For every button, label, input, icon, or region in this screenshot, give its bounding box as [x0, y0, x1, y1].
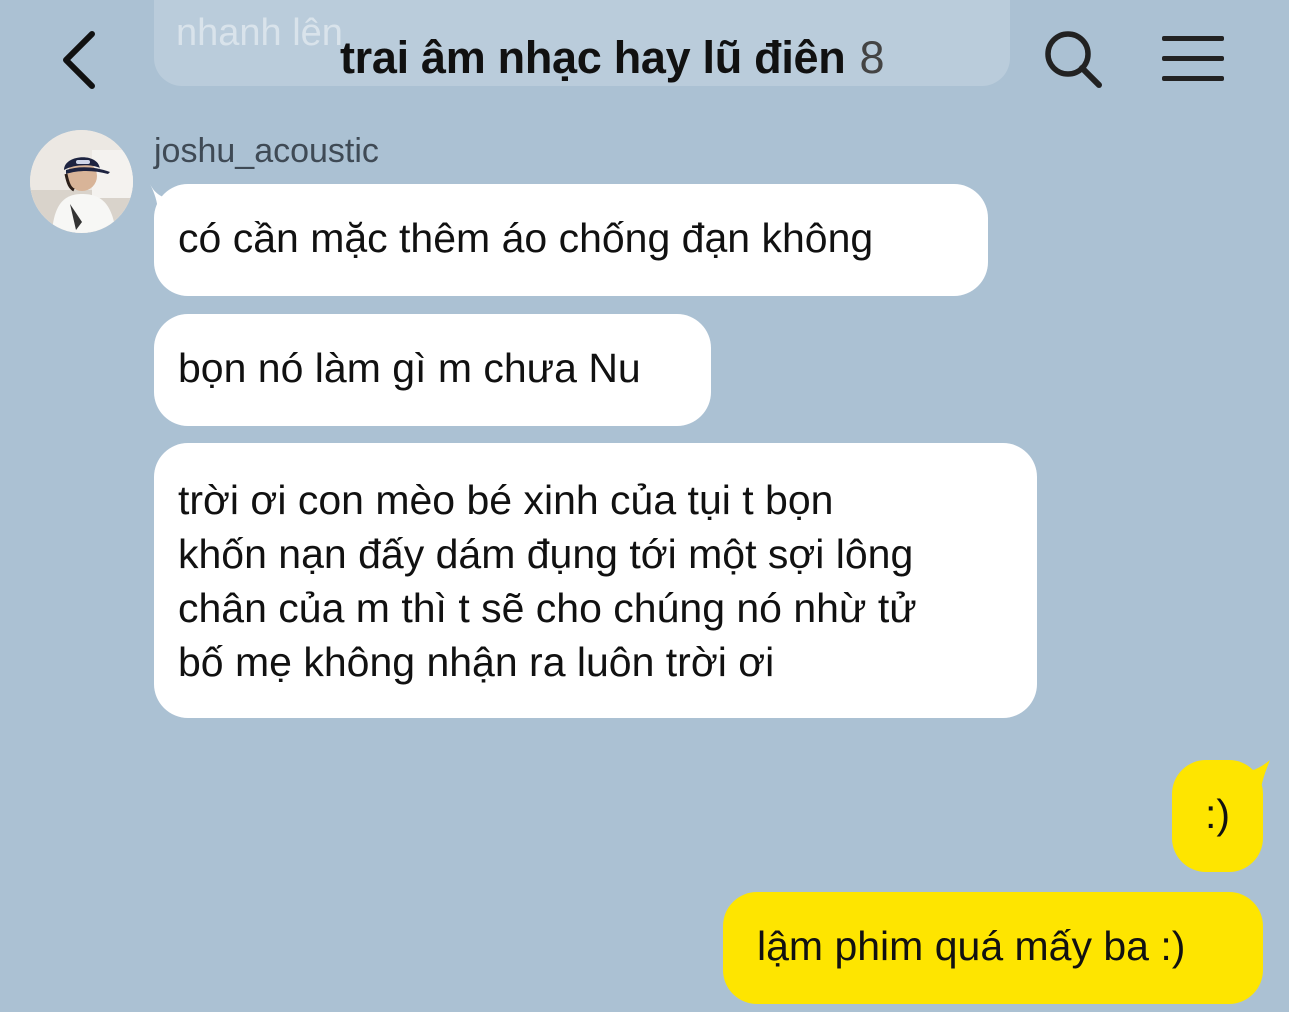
message-bubble-incoming[interactable]: bọn nó làm gì m chưa Nu [154, 314, 711, 426]
chat-header: nhanh lên trai âm nhạc hay lũ điên 8 [0, 0, 1289, 122]
previous-message-fragment: nhanh lên [176, 12, 343, 54]
sender-name[interactable]: joshu_acoustic [154, 132, 379, 171]
message-text: có cần mặc thêm áo chống đạn không [178, 215, 874, 261]
search-icon[interactable] [1042, 28, 1104, 90]
chat-title: trai âm nhạc hay lũ điên 8 [340, 32, 884, 88]
message-text: trời ơi con mèo bé xinh của tụi t bọn kh… [178, 477, 917, 685]
message-text: lậm phim quá mấy ba :) [757, 923, 1186, 969]
message-text: :) [1204, 791, 1231, 837]
message-bubble-incoming[interactable]: có cần mặc thêm áo chống đạn không [154, 184, 988, 296]
user-avatar-photo [30, 130, 133, 233]
message-bubble-outgoing[interactable]: lậm phim quá mấy ba :) [723, 892, 1263, 1004]
avatar[interactable] [30, 130, 133, 233]
message-text: bọn nó làm gì m chưa Nu [178, 345, 641, 391]
chevron-left-icon[interactable] [58, 30, 102, 90]
member-count: 8 [859, 32, 885, 83]
message-bubble-incoming[interactable]: trời ơi con mèo bé xinh của tụi t bọn kh… [154, 443, 1037, 718]
message-bubble-outgoing[interactable]: :) [1172, 760, 1263, 872]
hamburger-menu-icon[interactable] [1160, 34, 1226, 84]
chat-room-name: trai âm nhạc hay lũ điên [340, 32, 846, 83]
